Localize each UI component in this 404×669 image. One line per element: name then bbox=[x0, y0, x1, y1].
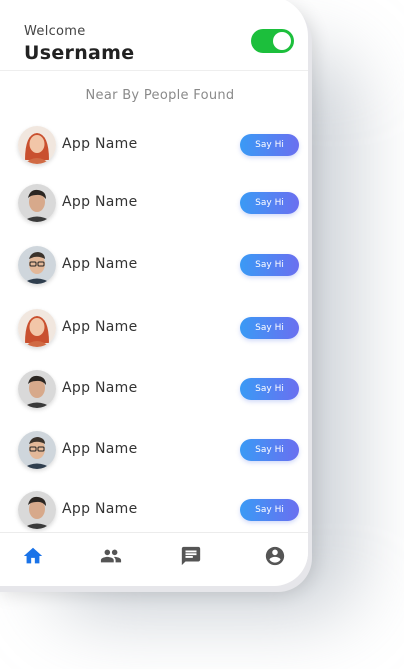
status-toggle[interactable] bbox=[251, 29, 294, 53]
person-name: App Name bbox=[62, 319, 138, 335]
man-avatar bbox=[18, 491, 56, 529]
list-item[interactable]: App Name Say Hi bbox=[18, 431, 299, 471]
man-avatar bbox=[18, 184, 56, 222]
woman-avatar bbox=[18, 309, 56, 347]
list-item[interactable]: App Name Say Hi bbox=[18, 246, 299, 286]
list-item[interactable]: App Name Say Hi bbox=[18, 184, 299, 224]
say-hi-button[interactable]: Say Hi bbox=[240, 317, 299, 339]
person-name: App Name bbox=[62, 501, 138, 517]
say-hi-button[interactable]: Say Hi bbox=[240, 192, 299, 214]
bottom-navigation bbox=[0, 532, 308, 581]
home-icon[interactable] bbox=[22, 545, 44, 567]
phone-screen: Welcome Username Near By People Found Ap… bbox=[0, 0, 308, 586]
woman-avatar bbox=[18, 126, 56, 164]
say-hi-button[interactable]: Say Hi bbox=[240, 134, 299, 156]
person-name: App Name bbox=[62, 136, 138, 152]
list-item[interactable]: App Name Say Hi bbox=[18, 370, 299, 410]
chat-icon[interactable] bbox=[180, 545, 202, 567]
man-avatar bbox=[18, 370, 56, 408]
header-divider bbox=[0, 70, 308, 71]
person-name: App Name bbox=[62, 194, 138, 210]
man-glasses-avatar bbox=[18, 246, 56, 284]
list-item[interactable]: App Name Say Hi bbox=[18, 309, 299, 349]
person-name: App Name bbox=[62, 256, 138, 272]
people-icon[interactable] bbox=[100, 545, 122, 567]
man-glasses-avatar bbox=[18, 431, 56, 469]
account-icon[interactable] bbox=[264, 545, 286, 567]
person-name: App Name bbox=[62, 441, 138, 457]
say-hi-button[interactable]: Say Hi bbox=[240, 499, 299, 521]
person-name: App Name bbox=[62, 380, 138, 396]
list-item[interactable]: App Name Say Hi bbox=[18, 126, 299, 166]
list-item[interactable]: App Name Say Hi bbox=[18, 491, 299, 531]
say-hi-button[interactable]: Say Hi bbox=[240, 378, 299, 400]
header: Welcome Username bbox=[24, 24, 294, 64]
toggle-knob bbox=[273, 32, 291, 50]
say-hi-button[interactable]: Say Hi bbox=[240, 439, 299, 461]
say-hi-button[interactable]: Say Hi bbox=[240, 254, 299, 276]
section-title: Near By People Found bbox=[85, 88, 235, 103]
